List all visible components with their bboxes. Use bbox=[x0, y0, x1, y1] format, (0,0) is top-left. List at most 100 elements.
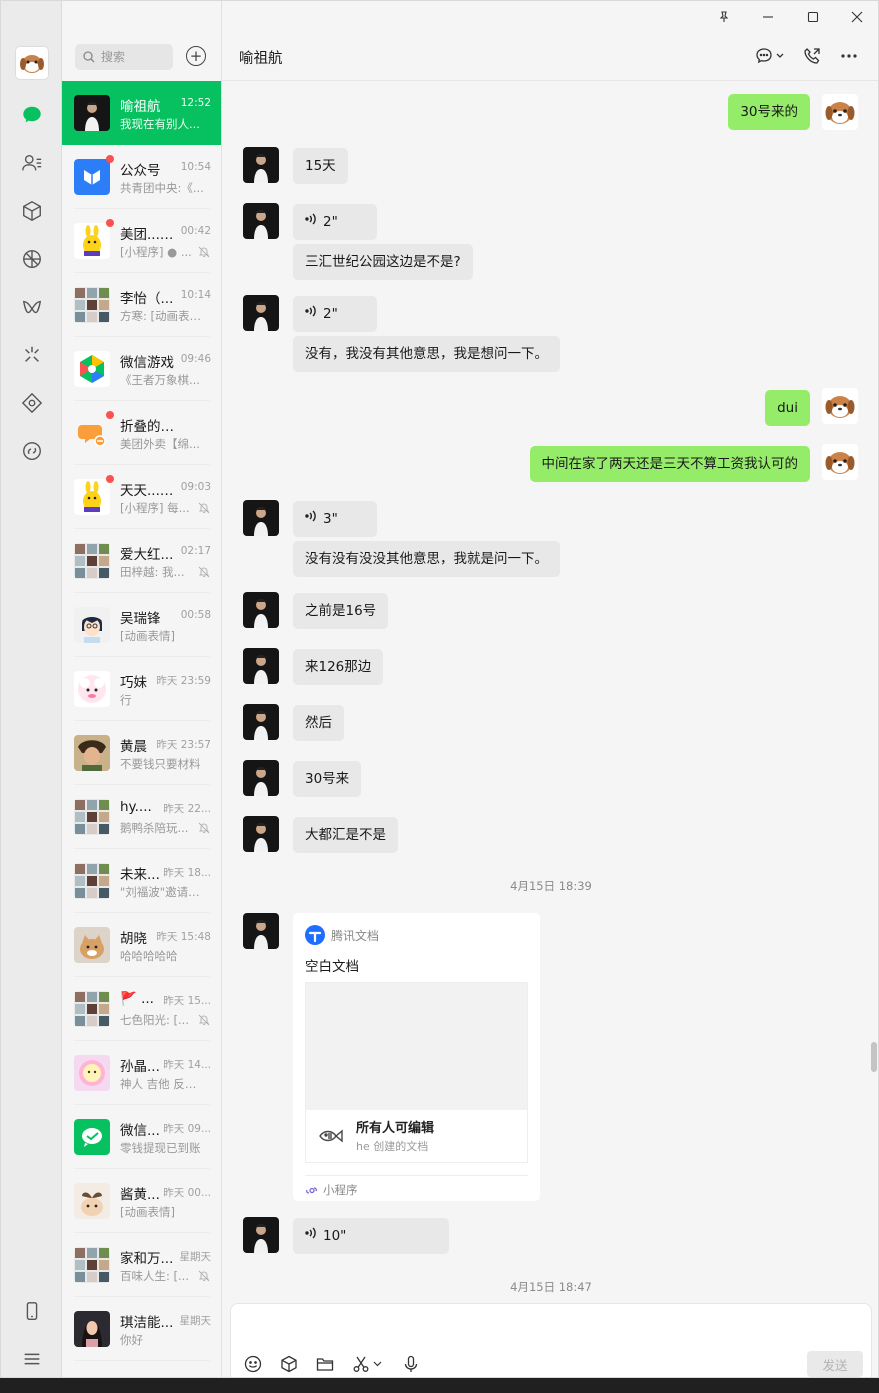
box-icon[interactable] bbox=[279, 1354, 299, 1374]
phone-icon[interactable] bbox=[16, 1295, 48, 1327]
session-item[interactable]: 公众号 10:54 共青团中央:《... bbox=[62, 145, 221, 209]
message-input-area[interactable]: 发送 bbox=[230, 1303, 872, 1377]
moments-icon[interactable] bbox=[16, 243, 48, 275]
search-box[interactable] bbox=[75, 44, 173, 70]
chat-bubble-icon[interactable] bbox=[752, 45, 788, 67]
session-item[interactable]: 未来... 昨天 18... "刘福波"邀请"... bbox=[62, 849, 221, 913]
session-item[interactable]: 胡晓 昨天 15:48 哈哈哈哈哈 bbox=[62, 913, 221, 977]
contact-avatar[interactable] bbox=[243, 147, 279, 183]
session-time: 02:17 bbox=[180, 545, 211, 557]
mute-icon bbox=[198, 502, 210, 514]
session-preview: 我现在有别人... bbox=[120, 117, 200, 131]
session-item[interactable]: 喻祖航 12:52 我现在有别人... bbox=[62, 81, 221, 145]
session-item[interactable]: 🚩 ... 昨天 15... 七色阳光: [... bbox=[62, 977, 221, 1041]
session-item[interactable]: 黄晨 昨天 23:57 不要钱只要材料 bbox=[62, 721, 221, 785]
my-avatar[interactable] bbox=[15, 46, 49, 80]
voice-duration: 10" bbox=[323, 1228, 347, 1244]
session-item[interactable]: 微信... 昨天 09... 零钱提现已到账 bbox=[62, 1105, 221, 1169]
voice-message[interactable]: 2" bbox=[293, 296, 377, 332]
contact-avatar[interactable] bbox=[243, 648, 279, 684]
nav-rail bbox=[1, 1, 62, 1377]
time-separator: 4月15日 18:39 bbox=[510, 879, 592, 893]
miniprogram-icon[interactable] bbox=[16, 387, 48, 419]
maximize-icon[interactable] bbox=[803, 7, 823, 27]
card-app: 腾讯文档 bbox=[305, 925, 379, 945]
message-bubble[interactable]: 没有，我没有其他意思，我是想问一下。 bbox=[293, 336, 560, 372]
contact-avatar[interactable] bbox=[243, 760, 279, 796]
session-item[interactable]: 李怡（... 10:14 方寒: [动画表情] bbox=[62, 273, 221, 337]
session-avatar bbox=[74, 543, 110, 579]
contacts-icon[interactable] bbox=[16, 147, 48, 179]
message-bubble[interactable]: 15天 bbox=[293, 148, 348, 184]
card-footer-label: 小程序 bbox=[323, 1183, 358, 1197]
contact-avatar[interactable] bbox=[243, 592, 279, 628]
contact-avatar[interactable] bbox=[243, 203, 279, 239]
session-item[interactable]: 吴瑞锋 00:58 [动画表情] bbox=[62, 593, 221, 657]
link-icon[interactable] bbox=[16, 435, 48, 467]
chat-icon[interactable] bbox=[16, 99, 48, 131]
chevron-down-icon[interactable] bbox=[371, 1354, 383, 1374]
contact-avatar[interactable] bbox=[243, 816, 279, 852]
session-time: 星期天 bbox=[179, 1251, 212, 1263]
session-item[interactable]: 琪洁能... 星期天 你好 bbox=[62, 1297, 221, 1361]
session-item[interactable]: 天天...@美团09:03 [小程序] 每... bbox=[62, 465, 221, 529]
contact-avatar[interactable] bbox=[243, 295, 279, 331]
session-time: 昨天 18... bbox=[163, 867, 211, 879]
scissors-icon[interactable] bbox=[351, 1354, 371, 1374]
send-button[interactable]: 发送 bbox=[807, 1351, 863, 1377]
voice-message[interactable]: 10" bbox=[293, 1218, 449, 1254]
contact-avatar[interactable] bbox=[243, 704, 279, 740]
session-item[interactable]: hy.... 昨天 22... 鹅鸭杀陪玩... bbox=[62, 785, 221, 849]
message-bubble[interactable]: 之前是16号 bbox=[293, 593, 389, 629]
message-bubble[interactable]: 然后 bbox=[293, 705, 344, 741]
message-bubble[interactable]: 没有没有没没其他意思，我就是问一下。 bbox=[293, 541, 560, 577]
search-discover-icon[interactable] bbox=[16, 339, 48, 371]
session-item[interactable]: 微信游戏 09:46 《王者万象棋... bbox=[62, 337, 221, 401]
session-avatar bbox=[74, 159, 110, 195]
my-avatar[interactable] bbox=[822, 444, 858, 480]
minimize-icon[interactable] bbox=[758, 7, 778, 27]
session-name: 李怡（... bbox=[120, 291, 174, 307]
message-bubble[interactable]: 三汇世纪公园这边是不是? bbox=[293, 244, 473, 280]
emoji-icon[interactable] bbox=[243, 1354, 263, 1374]
session-name: 爱大红... bbox=[120, 547, 174, 563]
my-avatar[interactable] bbox=[822, 94, 858, 130]
session-item[interactable]: 孙晶... 昨天 14... 神人 吉他 反正... bbox=[62, 1041, 221, 1105]
session-item[interactable]: 折叠的聊天 美团外卖【绵... bbox=[62, 401, 221, 465]
mic-icon[interactable] bbox=[401, 1354, 421, 1374]
channels-icon[interactable] bbox=[16, 291, 48, 323]
close-icon[interactable] bbox=[847, 7, 867, 27]
session-list-panel: + 喻祖航 12:52 我现在有别人... 公众号 10:54 共青团中央:《... 美团.… bbox=[62, 1, 222, 1377]
session-item[interactable]: 家和万... 星期天 百味人生: [... bbox=[62, 1233, 221, 1297]
session-item[interactable]: 酱黄... 昨天 00... [动画表情] bbox=[62, 1169, 221, 1233]
favorites-icon[interactable] bbox=[16, 195, 48, 227]
card-preview: 所有人可编辑 he 创建的文档 bbox=[305, 982, 528, 1163]
contact-avatar[interactable] bbox=[243, 1217, 279, 1253]
menu-icon[interactable] bbox=[16, 1343, 48, 1375]
message-bubble[interactable]: dui bbox=[765, 390, 810, 426]
folder-icon[interactable] bbox=[315, 1354, 335, 1374]
message-bubble[interactable]: 来126那边 bbox=[293, 649, 384, 685]
message-bubble[interactable]: 30号来的 bbox=[728, 94, 810, 130]
miniprogram-card[interactable]: 腾讯文档 空白文档 所有人可编辑 he 创建的文档 小程序 bbox=[293, 913, 540, 1201]
session-item[interactable]: 美团...@美团00:42 [小程序] ● ... bbox=[62, 209, 221, 273]
voice-call-icon[interactable] bbox=[800, 45, 824, 67]
session-time: 昨天 23:57 bbox=[156, 739, 211, 751]
contact-avatar[interactable] bbox=[243, 913, 279, 949]
session-preview: 不要钱只要材料 bbox=[120, 757, 201, 771]
voice-message[interactable]: 2" bbox=[293, 204, 377, 240]
message-bubble[interactable]: 中间在家了两天还是三天不算工资我认可的 bbox=[529, 446, 810, 482]
my-avatar[interactable] bbox=[822, 388, 858, 424]
session-item[interactable]: 巧妹 昨天 23:59 行 bbox=[62, 657, 221, 721]
voice-message[interactable]: 3" bbox=[293, 501, 377, 537]
message-bubble[interactable]: 大都汇是不是 bbox=[293, 817, 398, 853]
session-avatar bbox=[74, 1055, 110, 1091]
pin-icon[interactable] bbox=[714, 7, 734, 27]
add-chat-button[interactable]: + bbox=[186, 46, 206, 66]
more-icon[interactable] bbox=[837, 45, 861, 67]
search-input[interactable] bbox=[101, 50, 171, 64]
contact-avatar[interactable] bbox=[243, 500, 279, 536]
scrollbar-thumb[interactable] bbox=[871, 1042, 877, 1072]
session-item[interactable]: 爱大红... 02:17 田梓越: 我... bbox=[62, 529, 221, 593]
message-bubble[interactable]: 30号来 bbox=[293, 761, 362, 797]
